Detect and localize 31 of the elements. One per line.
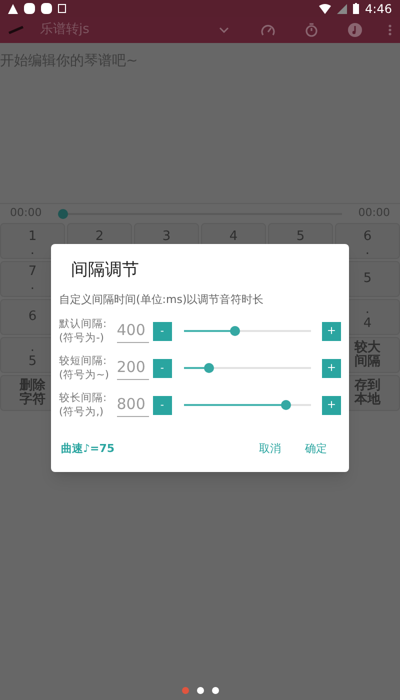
more-icon[interactable] <box>388 24 392 36</box>
slider-thumb[interactable] <box>230 326 240 336</box>
decrease-button[interactable]: - <box>152 396 172 414</box>
progress-slider[interactable] <box>58 208 342 218</box>
notification-icon <box>58 4 66 13</box>
slider-thumb[interactable] <box>204 363 214 373</box>
notification-icon <box>41 3 52 14</box>
clock-time: 4:46 <box>365 0 392 18</box>
notification-icon <box>24 3 35 14</box>
interval-input[interactable]: 800 <box>116 393 149 417</box>
baton-icon <box>8 26 24 34</box>
dialog-button[interactable]: 确定 <box>293 441 339 458</box>
dialog-title: 间隔调节 <box>71 259 140 282</box>
decrease-button[interactable]: - <box>152 322 172 340</box>
stopwatch-icon[interactable] <box>305 23 318 37</box>
increase-button[interactable]: + <box>322 322 341 340</box>
warning-icon <box>8 4 18 14</box>
battery-icon <box>353 3 360 14</box>
signal-icon <box>337 4 348 14</box>
interval-input[interactable]: 400 <box>116 319 149 343</box>
increase-button[interactable]: + <box>322 358 341 378</box>
chevron-down-icon[interactable] <box>219 27 229 33</box>
wifi-icon <box>319 4 332 14</box>
speedometer-icon[interactable] <box>261 24 275 36</box>
tempo-label[interactable]: 曲速♪=75 <box>61 441 115 458</box>
decrease-button[interactable]: - <box>152 358 172 378</box>
slider-thumb[interactable] <box>280 400 291 410</box>
increase-button[interactable]: + <box>322 396 341 414</box>
dialog-button[interactable]: 取消 <box>247 441 293 458</box>
interval-input[interactable]: 200 <box>116 356 149 380</box>
music-note-icon[interactable] <box>348 23 362 37</box>
